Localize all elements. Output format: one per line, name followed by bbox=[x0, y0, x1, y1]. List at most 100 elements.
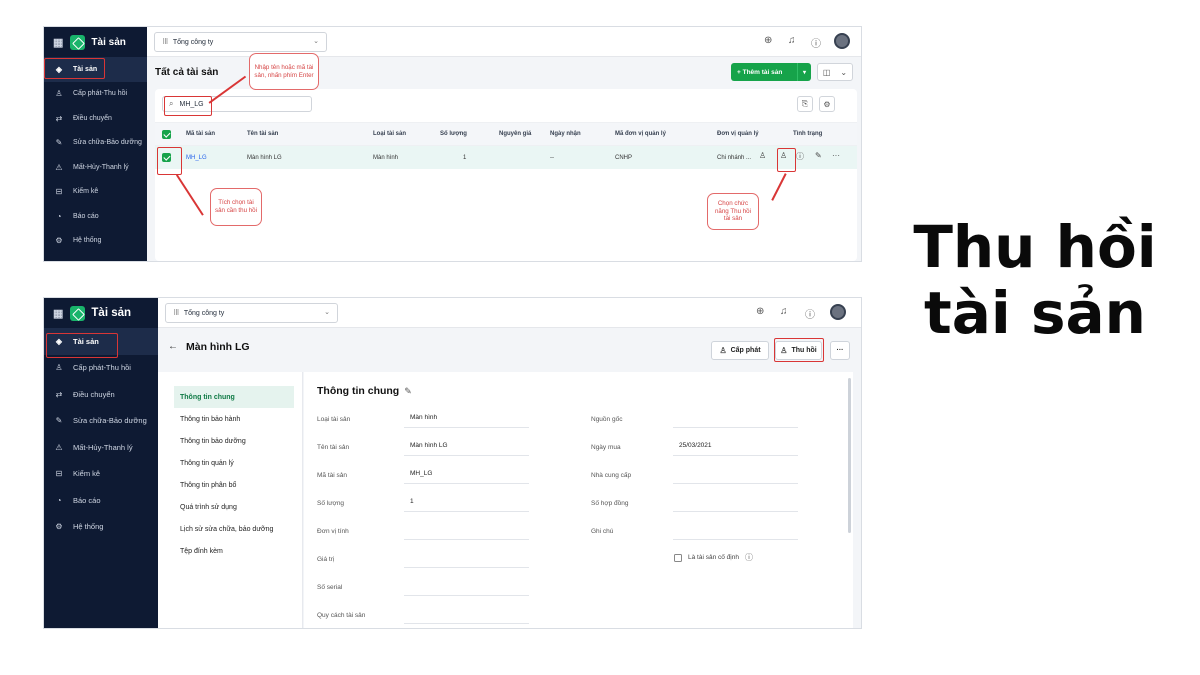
field-ma-tai-san: Mã tài sản MH_LG bbox=[317, 464, 547, 492]
tab-thong-tin-chung[interactable]: Thông tin chung bbox=[174, 386, 294, 408]
column-header[interactable]: Nguyên giá bbox=[499, 123, 531, 145]
back-arrow-icon[interactable]: ← bbox=[168, 341, 178, 352]
sidebar-item-sua-chua[interactable]: ✎ Sửa chữa-Bảo dưỡng bbox=[44, 408, 158, 435]
sidebar-item-label: Sửa chữa-Bảo dưỡng bbox=[73, 139, 142, 147]
app-name: Tài sản bbox=[91, 36, 126, 48]
field-value[interactable] bbox=[673, 492, 798, 512]
sidebar-item-mat-huy[interactable]: ⚠ Mất-Hủy-Thanh lý bbox=[44, 434, 158, 461]
tab-quan-ly[interactable]: Thông tin quản lý bbox=[174, 452, 294, 474]
gear-icon[interactable]: ⚙ bbox=[819, 96, 835, 112]
field-value[interactable] bbox=[673, 464, 798, 484]
company-select[interactable]: ꔖ Tổng công ty ⌄ bbox=[154, 32, 327, 52]
field-value[interactable] bbox=[673, 408, 798, 428]
field-label: Số hợp đồng bbox=[591, 500, 629, 507]
tab-lich-su[interactable]: Lịch sử sửa chữa, bảo dưỡng bbox=[174, 518, 294, 540]
select-all-checkbox[interactable] bbox=[162, 123, 171, 145]
field-value[interactable] bbox=[673, 520, 798, 540]
tab-bao-hanh[interactable]: Thông tin bảo hành bbox=[174, 408, 294, 430]
field-don-vi-tinh: Đơn vị tính bbox=[317, 520, 547, 548]
field-value[interactable] bbox=[404, 576, 529, 596]
field-so-serial: Số serial bbox=[317, 576, 547, 604]
field-value[interactable]: MH_LG bbox=[404, 464, 529, 484]
add-circle-icon[interactable]: ⊕ bbox=[756, 306, 764, 317]
sidebar-item-cap-phat[interactable]: ♙ Cấp phát-Thu hồi bbox=[44, 82, 147, 107]
view-toggle-button[interactable]: ◫ ⌄ bbox=[817, 63, 853, 81]
add-circle-icon[interactable]: ⊕ bbox=[764, 35, 772, 46]
action-highlight-box bbox=[777, 148, 796, 172]
edit-pencil-icon[interactable]: ✎ bbox=[404, 386, 412, 396]
apps-grid-icon[interactable]: ▦ bbox=[53, 36, 63, 49]
field-value[interactable] bbox=[404, 604, 529, 624]
help-icon[interactable]: ⓘ bbox=[805, 306, 815, 321]
column-header[interactable]: Loại tài sản bbox=[373, 123, 406, 145]
sidebar-item-he-thong[interactable]: ⚙ Hệ thống bbox=[44, 229, 147, 254]
checkbox-box[interactable] bbox=[674, 553, 682, 562]
chevron-down-icon[interactable]: ▾ bbox=[797, 63, 811, 81]
tab-phan-bo[interactable]: Thông tin phân bổ bbox=[174, 474, 294, 496]
company-select[interactable]: ꔖ Tổng công ty ⌄ bbox=[165, 303, 338, 323]
wrench-icon: ✎ bbox=[55, 416, 63, 426]
tab-tep-dinh-kem[interactable]: Tệp đính kèm bbox=[174, 540, 294, 562]
sidebar-item-bao-cao[interactable]: ◔ Báo cáo bbox=[44, 204, 147, 229]
column-header[interactable]: Ngày nhận bbox=[550, 123, 581, 145]
add-asset-button[interactable]: + Thêm tài sản ▾ bbox=[731, 63, 811, 81]
scrollbar[interactable] bbox=[848, 378, 851, 533]
company-name: Tổng công ty bbox=[172, 38, 214, 46]
info-icon[interactable]: ⓘ bbox=[796, 151, 804, 162]
tab-qua-trinh[interactable]: Quá trình sử dụng bbox=[174, 496, 294, 518]
avatar[interactable] bbox=[834, 33, 850, 49]
wrench-icon[interactable]: ✎ bbox=[815, 151, 822, 160]
field-so-hop-dong: Số hợp đồng bbox=[591, 492, 821, 520]
chevron-down-icon: ⌄ bbox=[324, 309, 330, 316]
field-ngay-mua: Ngày mua 25/03/2021 bbox=[591, 436, 821, 464]
assign-button[interactable]: ♙ Cấp phát bbox=[711, 341, 769, 360]
column-header[interactable]: Đơn vị quản lý bbox=[717, 123, 759, 145]
pie-chart-icon: ◔ bbox=[56, 211, 62, 221]
field-ghi-chu: Ghi chú bbox=[591, 520, 821, 548]
column-header[interactable]: Số lượng bbox=[440, 123, 467, 145]
column-header[interactable]: Tình trạng bbox=[793, 123, 822, 145]
sidebar-item-kiem-ke[interactable]: ⊟ Kiểm kê bbox=[44, 180, 147, 205]
tab-bao-duong[interactable]: Thông tin bảo dưỡng bbox=[174, 430, 294, 452]
sidebar-item-sua-chua[interactable]: ✎ Sửa chữa-Bảo dưỡng bbox=[44, 131, 147, 156]
fixed-asset-checkbox[interactable]: Là tài sản cố định ⓘ bbox=[674, 552, 753, 563]
sidebar-item-dieu-chuyen[interactable]: ⇄ Điều chuyển bbox=[44, 106, 147, 131]
wrench-icon: ✎ bbox=[55, 138, 63, 148]
field-value[interactable] bbox=[404, 520, 529, 540]
field-label: Đơn vị tính bbox=[317, 528, 349, 535]
sidebar-item-bao-cao[interactable]: ◔ Báo cáo bbox=[44, 487, 158, 514]
column-header[interactable]: Mã đơn vị quản lý bbox=[615, 123, 666, 145]
avatar[interactable] bbox=[830, 304, 846, 320]
more-icon[interactable]: ··· bbox=[832, 151, 840, 160]
field-value[interactable]: 1 bbox=[404, 492, 529, 512]
field-value[interactable]: Màn hình bbox=[404, 408, 529, 428]
bell-icon[interactable]: ♫ bbox=[788, 35, 796, 46]
bell-icon[interactable]: ♫ bbox=[780, 306, 788, 317]
more-button[interactable]: ··· bbox=[830, 341, 850, 360]
table-row[interactable]: MH_LG Màn hình LG Màn hình 1 -- CNHP Chi… bbox=[155, 146, 857, 169]
field-value[interactable] bbox=[404, 548, 529, 568]
help-icon[interactable]: ⓘ bbox=[811, 35, 821, 50]
app-brand[interactable]: ▦ Tài sản bbox=[44, 27, 147, 57]
company-name: Tổng công ty bbox=[183, 309, 225, 317]
asset-code-link[interactable]: MH_LG bbox=[186, 146, 207, 169]
assign-user-icon[interactable]: ♙ bbox=[759, 151, 766, 160]
app-brand[interactable]: ▦ Tài sản bbox=[44, 298, 158, 328]
field-value[interactable]: Màn hình LG bbox=[404, 436, 529, 456]
column-header[interactable]: Mã tài sản bbox=[186, 123, 215, 145]
sidebar-item-label: Hệ thống bbox=[73, 237, 102, 245]
sidebar-item-cap-phat[interactable]: ♙ Cấp phát-Thu hồi bbox=[44, 355, 158, 382]
column-header[interactable]: Tên tài sản bbox=[247, 123, 278, 145]
section-title: Thông tin chung ✎ bbox=[317, 385, 412, 397]
sidebar-item-dieu-chuyen[interactable]: ⇄ Điều chuyển bbox=[44, 381, 158, 408]
sidebar-item-mat-huy[interactable]: ⚠ Mất-Hủy-Thanh lý bbox=[44, 155, 147, 180]
export-icon[interactable]: ⎘ bbox=[797, 96, 813, 112]
detail-content: ← Màn hình LG ♙ Cấp phát ♙ Thu hồi ··· T… bbox=[158, 328, 861, 628]
info-icon[interactable]: ⓘ bbox=[745, 552, 753, 563]
field-quy-cach: Quy cách tài sản bbox=[317, 604, 547, 628]
sidebar-item-he-thong[interactable]: ⚙ Hệ thống bbox=[44, 514, 158, 541]
apps-grid-icon[interactable]: ▦ bbox=[53, 307, 63, 320]
sidebar-item-kiem-ke[interactable]: ⊟ Kiểm kê bbox=[44, 461, 158, 488]
warning-icon: ⚠ bbox=[55, 442, 63, 452]
field-value[interactable]: 25/03/2021 bbox=[673, 436, 798, 456]
